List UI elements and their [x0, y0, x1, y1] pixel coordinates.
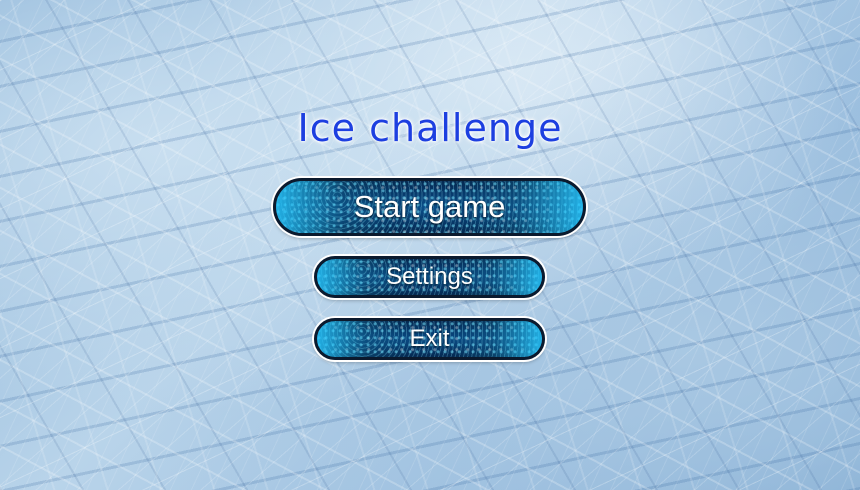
- settings-label: Settings: [386, 263, 473, 290]
- start-game-button[interactable]: Start game: [273, 178, 586, 236]
- settings-button[interactable]: Settings: [314, 256, 545, 298]
- game-title: Ice challenge: [297, 106, 563, 150]
- start-game-label: Start game: [353, 189, 506, 224]
- exit-label: Exit: [409, 325, 450, 352]
- ice-background: [0, 0, 860, 490]
- exit-button[interactable]: Exit: [314, 318, 545, 360]
